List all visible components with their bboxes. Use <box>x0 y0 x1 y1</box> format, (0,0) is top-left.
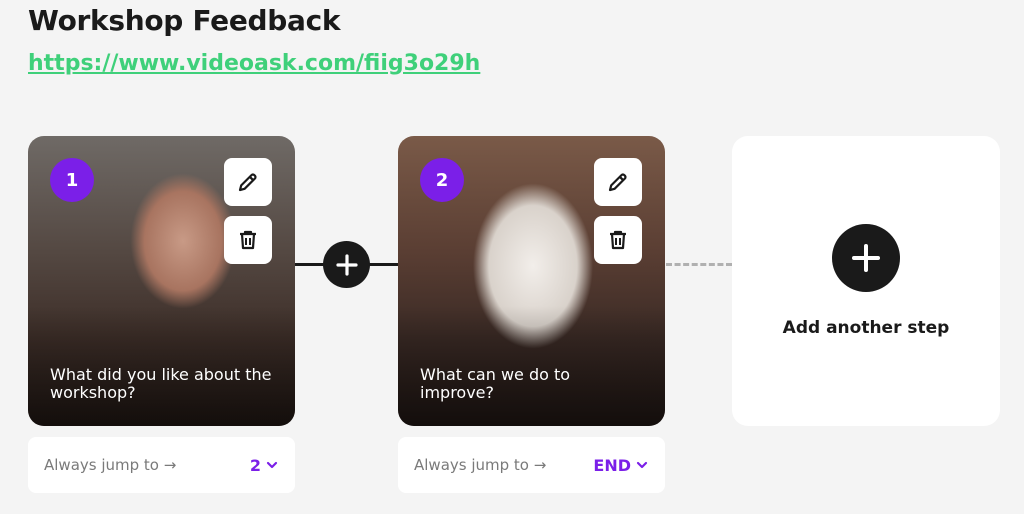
step-number-badge: 1 <box>50 158 94 202</box>
edit-button[interactable] <box>594 158 642 206</box>
chevron-down-icon <box>266 461 278 469</box>
plus-icon <box>852 244 880 272</box>
add-step-label: Add another step <box>782 318 950 338</box>
jump-logic-2[interactable]: Always jump to → END <box>398 437 665 493</box>
delete-button[interactable] <box>594 216 642 264</box>
step-number-badge: 2 <box>420 158 464 202</box>
step-question: What did you like about the workshop? <box>50 365 272 402</box>
step-card-1[interactable]: 1 What did you like about the workshop? <box>28 136 295 426</box>
trash-icon <box>240 230 256 250</box>
insert-step-button[interactable] <box>323 241 370 288</box>
jump-logic-1[interactable]: Always jump to → 2 <box>28 437 295 493</box>
jump-target-value: END <box>593 455 631 475</box>
pencil-icon <box>238 173 257 192</box>
step-card-2[interactable]: 2 What can we do to improve? <box>398 136 665 426</box>
plus-icon <box>335 253 358 276</box>
jump-target[interactable]: END <box>593 456 649 475</box>
chevron-down-icon <box>636 461 648 469</box>
edit-button[interactable] <box>224 158 272 206</box>
jump-label: Always jump to → <box>44 456 177 474</box>
delete-button[interactable] <box>224 216 272 264</box>
page-title: Workshop Feedback <box>28 4 341 37</box>
add-step-button[interactable] <box>832 224 900 292</box>
jump-label: Always jump to → <box>414 456 547 474</box>
share-link[interactable]: https://www.videoask.com/fiig3o29h <box>28 51 480 76</box>
jump-target-value: 2 <box>249 455 261 475</box>
trash-icon <box>610 230 626 250</box>
jump-target[interactable]: 2 <box>250 456 279 475</box>
pencil-icon <box>608 173 627 192</box>
add-step-card[interactable]: Add another step <box>732 136 1000 426</box>
dashed-connector <box>666 263 732 266</box>
step-question: What can we do to improve? <box>420 365 571 402</box>
